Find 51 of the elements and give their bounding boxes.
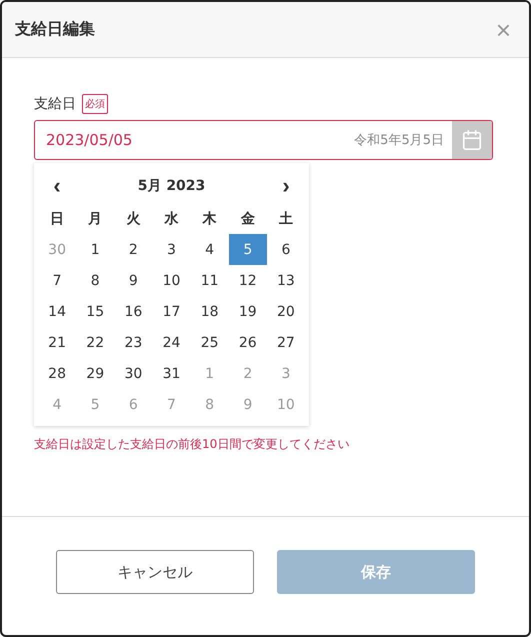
calendar-day[interactable]: 5 (228, 234, 267, 265)
calendar-day[interactable]: 6 (266, 234, 305, 265)
calendar-day[interactable]: 26 (228, 327, 267, 358)
weekday-label: 金 (240, 210, 256, 228)
calendar-day[interactable]: 24 (152, 327, 191, 358)
calendar-day[interactable]: 1 (76, 234, 114, 265)
calendar-day[interactable]: 23 (114, 327, 152, 358)
field-label: 支給日 (34, 95, 76, 113)
era-date: 令和5年5月5日 (354, 132, 445, 149)
calendar-day[interactable]: 27 (266, 327, 305, 358)
calendar-day[interactable]: 21 (38, 327, 76, 358)
calendar-day[interactable]: 9 (114, 265, 152, 296)
previous-month-button[interactable]: ‹ (38, 173, 76, 199)
calendar-day[interactable]: 31 (152, 358, 191, 389)
calendar-day[interactable]: 14 (38, 296, 76, 327)
calendar-day[interactable]: 28 (38, 358, 76, 389)
calendar-day[interactable]: 10 (152, 265, 191, 296)
date-field[interactable]: 2023/05/05 令和5年5月5日 (34, 120, 493, 160)
calendar-day[interactable]: 19 (228, 296, 267, 327)
cancel-button[interactable]: キャンセル (56, 550, 254, 594)
calendar-day[interactable]: 11 (190, 265, 229, 296)
calendar-day[interactable]: 16 (114, 296, 152, 327)
calendar-day[interactable]: 13 (266, 265, 305, 296)
calendar-day[interactable]: 7 (38, 265, 76, 296)
month-title: 5月 2023 (136, 177, 206, 195)
calendar-day[interactable]: 20 (266, 296, 305, 327)
calendar-button[interactable] (452, 121, 492, 159)
required-badge: 必須 (82, 94, 108, 114)
weekday-label: 木 (201, 210, 218, 228)
weekday-label: 土 (278, 210, 294, 228)
calendar-day[interactable]: 22 (76, 327, 114, 358)
weekday-label: 火 (125, 210, 142, 228)
calendar-day[interactable]: 17 (152, 296, 191, 327)
date-value: 2023/05/05 (45, 131, 134, 149)
weekday-label: 月 (87, 210, 104, 228)
next-month-button[interactable]: › (267, 173, 305, 199)
weekday-label: 日 (49, 210, 66, 228)
calendar-day[interactable]: 8 (76, 265, 114, 296)
calendar-icon (461, 129, 483, 151)
dialog-title: 支給日編集 (15, 19, 95, 40)
calendar-day[interactable]: 2 (114, 234, 152, 265)
calendar-day[interactable]: 30 (114, 358, 152, 389)
error-message: 支給日は設定した支給日の前後10日間で変更してください (34, 436, 350, 453)
calendar-day[interactable]: 12 (228, 265, 267, 296)
calendar-day[interactable]: 15 (76, 296, 114, 327)
calendar-day[interactable]: 29 (76, 358, 114, 389)
calendar-day[interactable]: 3 (152, 234, 191, 265)
calendar-day[interactable]: 25 (190, 327, 229, 358)
weekday-label: 水 (163, 210, 180, 228)
calendar-day[interactable]: 4 (190, 234, 229, 265)
calendar-day[interactable]: 18 (190, 296, 229, 327)
